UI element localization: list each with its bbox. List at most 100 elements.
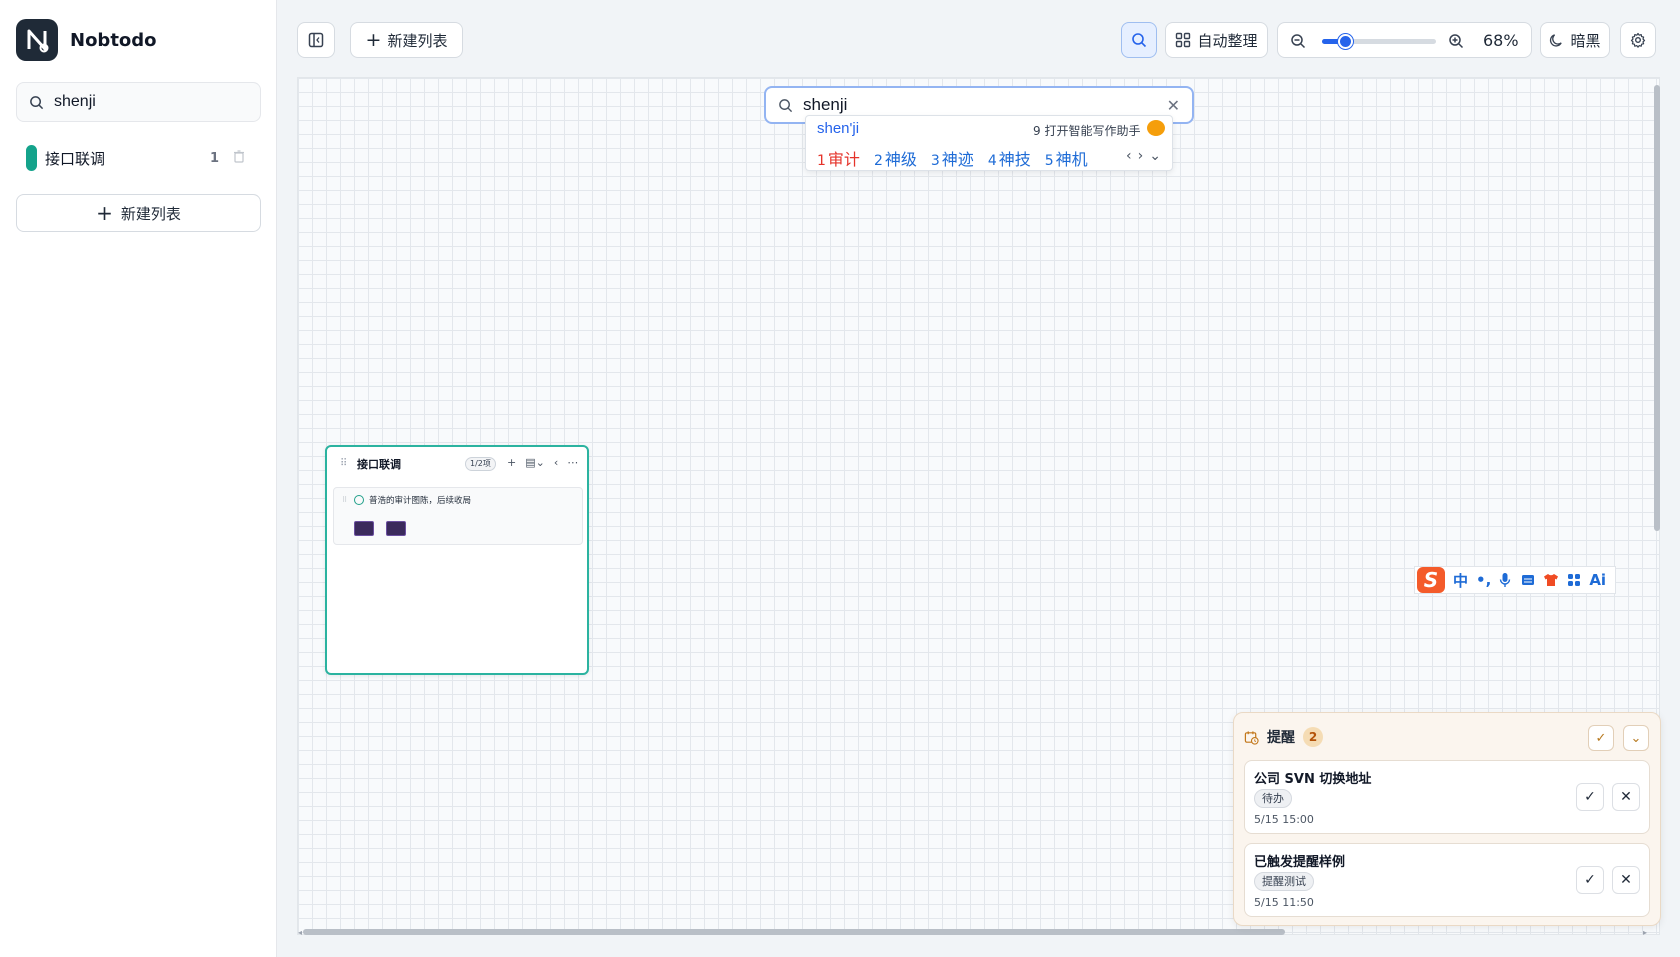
toolbar-new-list-label: 新建列表 [387,31,448,50]
scroll-left-arrow-icon[interactable]: ◂ [298,928,302,937]
keyboard-icon[interactable] [1521,573,1535,587]
ime-candidate[interactable]: 4 神技 [988,146,1031,170]
zoom-slider-thumb[interactable] [1337,34,1353,49]
reminder-dismiss-button[interactable]: ✕ [1612,866,1640,894]
trash-icon[interactable] [232,149,246,163]
ime-assistant-icon[interactable] [1147,120,1165,136]
reminder-title: 提醒 [1267,730,1295,746]
ai-button[interactable]: Ai [1589,571,1606,589]
ime-punct-toggle[interactable]: •, [1476,571,1491,589]
plus-icon: + [96,201,113,225]
list-card-actions: + ▤⌄ ‹ ⋯ [507,456,587,469]
sidebar-search-input[interactable] [54,93,244,111]
more-icon[interactable]: ⋯ [567,456,578,469]
close-icon: ✕ [1620,789,1632,805]
task-text: 普浩的审计图陈，后续收局 [369,496,472,506]
canvas-search-input[interactable]: shenji [803,95,847,115]
sogou-logo-icon[interactable]: S [1417,567,1445,593]
ime-candidate[interactable]: 1 审计 [817,146,860,170]
sidebar-search[interactable] [16,82,261,122]
drag-handle-icon[interactable]: ⠿ [342,496,347,504]
sidebar: Nobtodo 接口联调 1 + 新建列表 [0,0,277,957]
check-icon: ✓ [1595,730,1607,746]
app-logo [16,19,58,61]
zoom-slider[interactable] [1322,34,1436,49]
list-card-progress-badge: 1/2项 [465,457,496,471]
note-icon[interactable]: ▤⌄ [525,456,545,469]
zoom-in-icon[interactable] [1448,33,1464,49]
check-icon: ✓ [1584,789,1596,805]
dark-mode-label: 暗黑 [1570,31,1601,50]
reminder-item-tag: 提醒测试 [1254,872,1314,891]
reminder-item-title: 已触发提醒样例 [1254,855,1346,870]
ime-candidates: 1 审计 2 神级 3 神迹 4 神技 5 神机 [817,146,1102,170]
dark-mode-button[interactable]: 暗黑 [1540,22,1610,58]
add-task-icon[interactable]: + [507,456,516,469]
ime-candidate[interactable]: 5 神机 [1045,146,1088,170]
toolbar-new-list-button[interactable]: + 新建列表 [350,22,463,58]
reminder-item-time: 5/15 15:00 [1254,813,1314,826]
skin-shirt-icon[interactable] [1543,573,1559,587]
ime-page-nav-icon[interactable]: ‹›⌄ [1126,148,1167,164]
toolbox-icon[interactable] [1567,573,1581,587]
sidebar-list-item[interactable]: 接口联调 1 [16,142,261,174]
scroll-right-arrow-icon[interactable]: ▸ [1643,928,1647,937]
search-icon [30,95,44,109]
reminder-count-badge: 2 [1303,727,1323,747]
task-item[interactable]: ⠿ 普浩的审计图陈，后续收局 [333,487,583,545]
microphone-icon[interactable] [1499,572,1511,588]
sidebar-list-label: 接口联调 [45,149,106,168]
task-image-thumbnail[interactable] [354,521,374,536]
ime-pinyin: shen'ji [817,120,860,137]
check-icon: ✓ [1584,872,1596,888]
mark-all-done-button[interactable]: ✓ [1588,725,1614,751]
plus-icon: + [365,28,382,51]
canvas-search-button[interactable] [1121,22,1157,58]
task-checkbox[interactable] [354,495,364,505]
ime-hint[interactable]: 9 打开智能写作助手 [1033,122,1140,139]
app-name: Nobtodo [70,29,157,51]
grid-icon [1176,32,1191,48]
vertical-scrollbar[interactable] [1654,85,1660,531]
zoom-percent: 68% [1483,31,1519,50]
reminder-item[interactable]: 公司 SVN 切换地址 待办 5/15 15:00 ✓ ✕ [1244,760,1650,834]
sidebar-new-list-label: 新建列表 [120,204,181,223]
ime-candidate[interactable]: 3 神迹 [931,146,974,170]
sidebar-new-list-button[interactable]: + 新建列表 [16,194,261,232]
clear-search-icon[interactable]: ✕ [1167,96,1180,115]
zoom-control: 68% [1277,22,1532,58]
task-image-thumbnail[interactable] [386,521,406,536]
auto-arrange-label: 自动整理 [1197,31,1258,50]
list-color-bar [26,145,37,171]
horizontal-scrollbar[interactable] [303,929,1285,935]
reminder-item-title: 公司 SVN 切换地址 [1254,772,1372,787]
reminder-item-time: 5/15 11:50 [1254,896,1314,909]
ime-toolbar: S 中 •, Ai [1414,566,1616,594]
zoom-out-icon[interactable] [1290,33,1306,49]
ime-candidate-popup: shen'ji 9 打开智能写作助手 1 审计 2 神级 3 神迹 4 神技 5 神机 ‹… [805,115,1173,171]
reminder-item[interactable]: 已触发提醒样例 提醒测试 5/15 11:50 ✓ ✕ [1244,843,1650,917]
list-card[interactable]: ⠿ 接口联调 1/2项 + ▤⌄ ‹ ⋯ ⠿ 普浩的审计图陈，后续收局 [325,445,589,675]
list-card-title: 接口联调 [357,458,401,471]
reminder-done-button[interactable]: ✓ [1576,866,1604,894]
collapse-reminders-button[interactable]: ⌄ [1623,725,1649,751]
drag-handle-icon[interactable]: ⠿ [340,458,347,469]
moon-icon [1550,33,1563,47]
ime-mode-toggle[interactable]: 中 [1453,570,1468,591]
reminder-header: 提醒 2 [1244,727,1323,747]
settings-button[interactable] [1620,22,1656,58]
gear-icon [1630,32,1646,48]
chevron-down-icon: ⌄ [1630,730,1642,746]
logo-n-icon [27,29,49,53]
auto-arrange-button[interactable]: 自动整理 [1165,22,1268,58]
sidebar-toggle-icon [308,32,324,48]
toggle-sidebar-button[interactable] [297,22,335,58]
calendar-clock-icon [1244,730,1259,745]
reminder-done-button[interactable]: ✓ [1576,783,1604,811]
collapse-icon[interactable]: ‹ [554,456,558,469]
reminder-dismiss-button[interactable]: ✕ [1612,783,1640,811]
sidebar-list-count: 1 [210,150,220,166]
ime-candidate[interactable]: 2 神级 [874,146,917,170]
reminder-item-tag: 待办 [1254,789,1292,808]
brand: Nobtodo [16,19,157,61]
